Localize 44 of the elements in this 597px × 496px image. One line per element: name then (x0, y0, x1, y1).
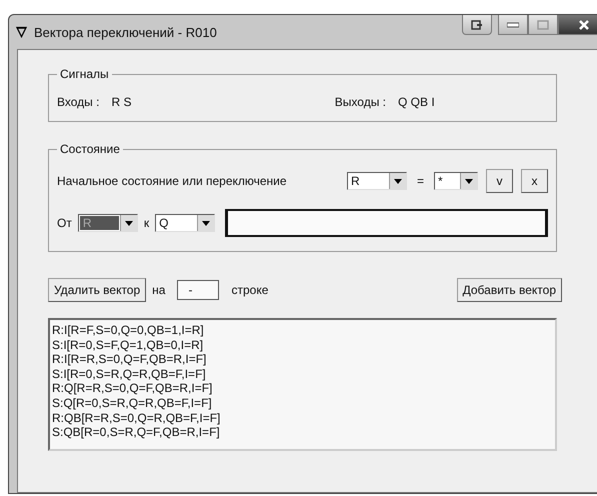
maximize-button[interactable] (528, 15, 558, 35)
close-button[interactable] (558, 15, 597, 35)
row-label: строке (231, 283, 270, 297)
group-title: Состояние (57, 142, 123, 156)
vector-item[interactable]: S:QB[R=0,S=R,Q=F,QB=R,I=F] (52, 425, 553, 440)
outputs-value: Q QB I (398, 95, 436, 109)
to-label: к (144, 216, 150, 230)
vector-item[interactable]: R:QB[R=R,S=0,Q=R,QB=F,I=F] (52, 410, 553, 426)
confirm-button[interactable]: v (486, 169, 513, 193)
close-icon (578, 20, 590, 30)
maximize-icon (537, 20, 549, 30)
minimize-button[interactable] (498, 15, 528, 35)
vector-item[interactable]: R:Q[R=R,S=0,Q=F,QB=R,I=F] (52, 381, 553, 396)
cancel-button[interactable]: x (521, 169, 548, 193)
outputs-label: Выходы : (334, 95, 386, 109)
vector-item[interactable]: R:I[R=F,S=0,Q=0,QB=1,I=R] (52, 323, 553, 338)
group-title: Сигналы (57, 67, 112, 81)
value-combo[interactable]: * (434, 172, 478, 190)
vector-item[interactable]: S:Q[R=0,S=R,Q=R,QB=F,I=F] (52, 396, 553, 411)
initial-state-label: Начальное состояние или переключение (57, 174, 288, 188)
vector-item[interactable]: R:I[R=R,S=0,Q=F,QB=R,I=F] (52, 352, 553, 367)
minimize-icon (507, 20, 519, 30)
to-combo[interactable]: Q (155, 214, 216, 232)
vector-input-field[interactable] (225, 209, 548, 237)
equals-sign: = (416, 174, 424, 188)
dropdown-icon (202, 220, 210, 226)
vector-item[interactable]: S:I[R=0,S=R,Q=R,QB=F,I=F] (52, 366, 553, 382)
app-icon (15, 26, 28, 38)
vector-item[interactable]: S:I[R=0,S=F,Q=1,QB=0,I=R] (52, 338, 553, 352)
window-switch-button[interactable] (462, 15, 492, 35)
vector-list[interactable] (48, 318, 557, 451)
dropdown-icon (394, 178, 402, 184)
window-icon (471, 20, 483, 30)
dropdown-icon (465, 178, 473, 184)
inputs-label: Входы : (57, 95, 100, 109)
delete-vector-button[interactable]: Удалить вектор (48, 278, 146, 302)
dropdown-icon (124, 220, 133, 226)
add-vector-button[interactable]: Добавить вектор (456, 278, 562, 302)
row-number-field[interactable]: - (177, 280, 220, 300)
from-label: От (57, 216, 72, 230)
inputs-value: R S (111, 95, 132, 109)
window-title: Вектора переключений - R010 (34, 24, 217, 40)
at-label: на (152, 283, 166, 297)
signal-combo[interactable]: R (346, 172, 407, 190)
